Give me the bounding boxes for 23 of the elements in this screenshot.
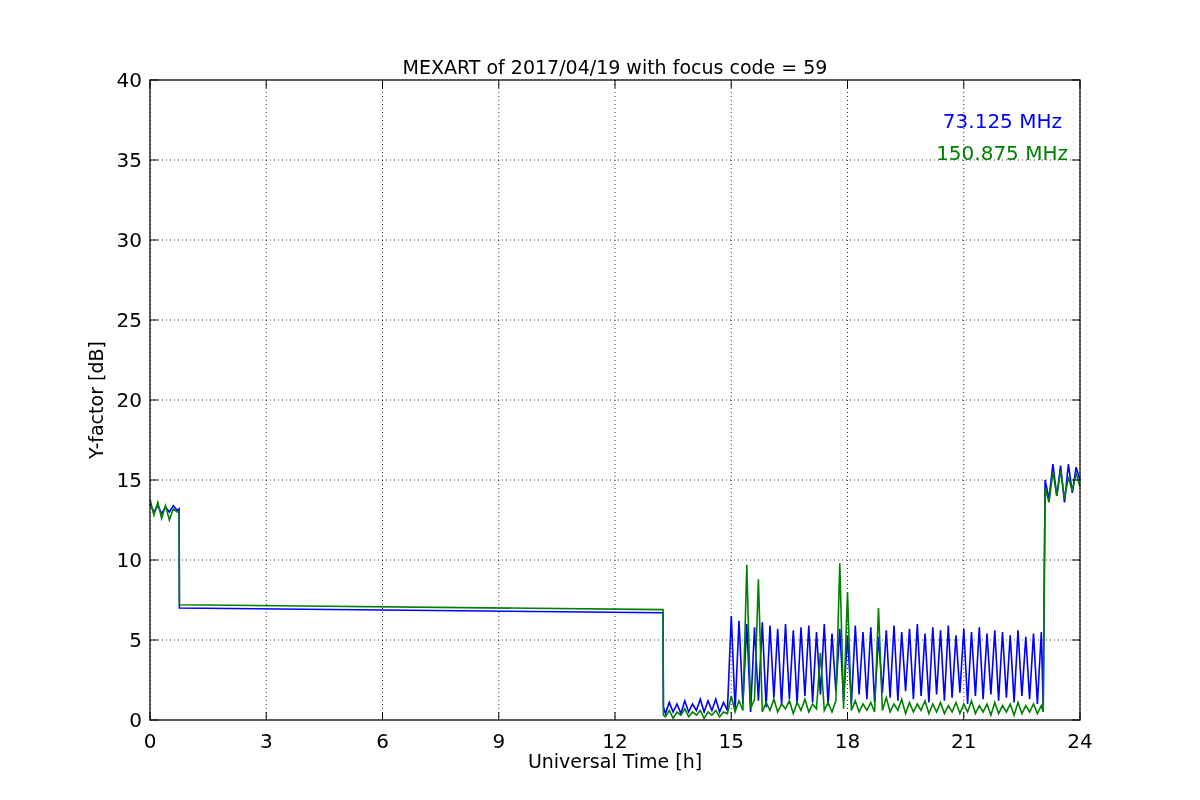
x-tick-label: 0 bbox=[143, 729, 157, 753]
y-tick-label: 0 bbox=[129, 708, 142, 732]
x-tick-label: 18 bbox=[834, 729, 861, 753]
x-tick-label: 21 bbox=[951, 729, 977, 753]
x-tick-label: 3 bbox=[259, 729, 273, 753]
y-tick-label: 40 bbox=[116, 68, 142, 92]
x-axis-label: Universal Time [h] bbox=[527, 750, 703, 772]
x-tick-label: 6 bbox=[376, 729, 389, 753]
legend-label: 73.125 MHz bbox=[942, 109, 1062, 133]
legend-label: 150.875 MHz bbox=[936, 141, 1068, 165]
y-tick-label: 15 bbox=[116, 468, 142, 492]
y-tick-label: 25 bbox=[116, 308, 142, 332]
y-tick-label: 30 bbox=[116, 228, 142, 252]
y-tick-label: 20 bbox=[116, 388, 142, 412]
chart-title: MEXART of 2017/04/19 with focus code = 59 bbox=[402, 56, 828, 78]
y-tick-label: 10 bbox=[116, 548, 142, 572]
y-tick-label: 35 bbox=[116, 148, 142, 172]
x-tick-label: 9 bbox=[492, 729, 506, 753]
x-tick-label: 15 bbox=[718, 729, 744, 753]
y-tick-label: 5 bbox=[129, 628, 142, 652]
y-axis-label: Y-factor [dB] bbox=[85, 341, 107, 459]
x-tick-label: 12 bbox=[602, 729, 628, 753]
x-tick-label: 24 bbox=[1067, 729, 1093, 753]
